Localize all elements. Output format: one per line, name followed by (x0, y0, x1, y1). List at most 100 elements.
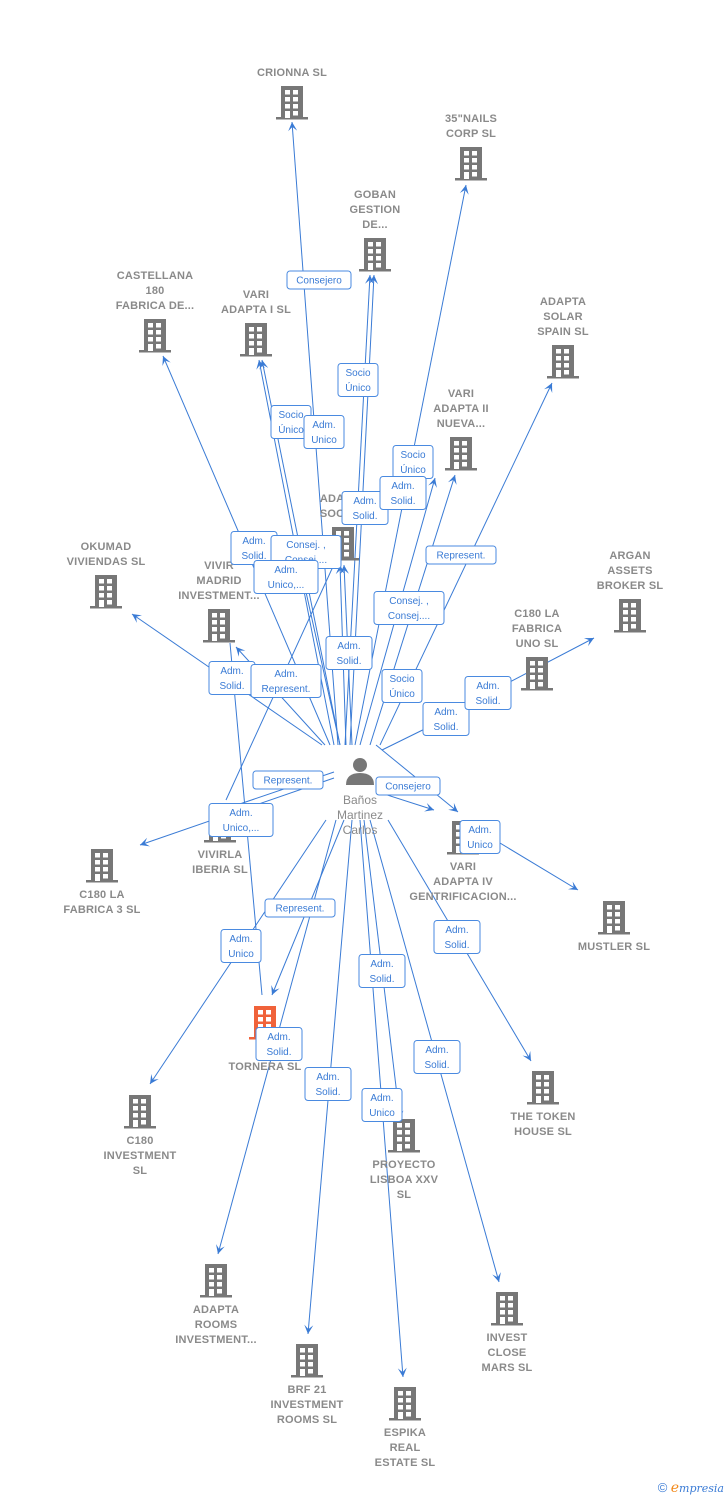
company-name-line: NUEVA... (437, 418, 485, 430)
company-name-line: INVEST (487, 1332, 528, 1344)
relation-label[interactable]: Adm. Solid. (413, 1040, 461, 1074)
company-node-argan[interactable]: ARGAN ASSETS BROKER SL (597, 550, 664, 633)
company-node-35nails[interactable]: 35"NAILS CORP SL (445, 113, 497, 181)
relation-label-text: Represent. (437, 551, 486, 562)
relation-label[interactable]: Adm. Unico,... (253, 560, 319, 594)
person-name-line: Martinez (337, 808, 383, 822)
relationship-graph: CRIONNA SL 35"NAILS CORP SL GOBAN GESTION DE.… (63, 67, 664, 1469)
company-node-adapta-solar[interactable]: ADAPTA SOLAR SPAIN SL (537, 296, 589, 379)
relation-label-text: Consej.... (388, 611, 430, 622)
company-node-vivir-madrid[interactable]: VIVIR MADRID INVESTMENT... (178, 560, 260, 643)
company-node-c180-investment[interactable]: C180 INVESTMENT SL (104, 1095, 177, 1177)
company-name-line: MARS SL (482, 1362, 533, 1374)
company-node-adapta-rooms[interactable]: ADAPTA ROOMS INVESTMENT... (175, 1264, 257, 1346)
company-name-line: C180 (126, 1135, 153, 1147)
company-name-line: VARI (243, 289, 269, 301)
copyright-icon: © (657, 1480, 668, 1495)
building-icon (359, 238, 391, 272)
company-node-proyecto-lisboa[interactable]: PROYECTO LISBOA XXV SL (370, 1119, 439, 1201)
company-node-okumad[interactable]: OKUMAD VIVIENDAS SL (67, 541, 146, 609)
company-name-line: GENTRIFICACION... (409, 891, 516, 903)
relation-label-text: Adm. (370, 1093, 393, 1104)
relation-label[interactable]: Represent. (264, 898, 336, 918)
relation-label[interactable]: Adm. Unico (361, 1088, 403, 1122)
person-name-line: Carlos (343, 823, 378, 837)
company-node-mustler[interactable]: MUSTLER SL (578, 901, 650, 953)
relation-label-text: Socio (345, 368, 370, 379)
company-name-line: LISBOA XXV (370, 1174, 439, 1186)
relation-label-text: Adm. (425, 1045, 448, 1056)
company-name-line: MADRID (196, 575, 241, 587)
relation-label[interactable]: Consejero (286, 270, 352, 290)
company-node-brf21[interactable]: BRF 21 INVESTMENT ROOMS SL (271, 1344, 344, 1426)
relation-label-text: Adm. (229, 808, 252, 819)
relation-label[interactable]: Represent. (425, 545, 497, 565)
company-name-line: VIVIENDAS SL (67, 556, 146, 568)
relation-label[interactable]: Consejero (375, 776, 441, 796)
relation-label-text: Socio (278, 410, 303, 421)
relation-label-text: Solid. (266, 1047, 291, 1058)
building-icon (445, 437, 477, 471)
relation-label[interactable]: Adm.Solid. (325, 636, 373, 670)
company-name-line: CORP SL (446, 128, 496, 140)
relation-label[interactable]: Adm. Unico (459, 820, 501, 854)
company-name-line: INVESTMENT (271, 1399, 344, 1411)
relation-label[interactable]: Adm.Solid. (379, 476, 427, 510)
company-node-vari-adapta-i[interactable]: VARI ADAPTA I SL (221, 289, 291, 357)
company-node-c180-3[interactable]: C180 LA FABRICA 3 SL (63, 849, 140, 916)
relation-label[interactable]: Adm.Solid. (230, 531, 278, 565)
relation-label-text: Solid. (369, 974, 394, 985)
relation-label-text: Adm. (468, 825, 491, 836)
relation-label[interactable]: Adm. Solid. (255, 1027, 303, 1061)
relation-label[interactable]: Adm.Solid. (433, 920, 481, 954)
relation-label-text: Solid. (444, 940, 469, 951)
center-person[interactable]: BañosMartinezCarlos (337, 758, 383, 837)
relation-label-text: Unico,... (268, 580, 305, 591)
relation-label-text: Adm. (267, 1032, 290, 1043)
company-node-c180-uno[interactable]: C180 LA FABRICA UNO SL (512, 608, 562, 691)
arrowhead-icon (567, 881, 578, 890)
company-name-line: ROOMS (195, 1319, 238, 1331)
company-node-crionna[interactable]: CRIONNA SL (257, 67, 327, 120)
relation-label[interactable]: Adm. Unico (303, 415, 345, 449)
company-name-line: HOUSE SL (514, 1126, 572, 1138)
relation-label-text: Socio (389, 674, 414, 685)
relation-label[interactable]: Socio Único (392, 445, 434, 479)
relation-label[interactable]: Adm.Solid. (358, 954, 406, 988)
relation-label[interactable]: Adm.Solid. (464, 676, 512, 710)
relation-label[interactable]: Adm.Solid. (304, 1067, 352, 1101)
relation-label-text: Solid. (424, 1060, 449, 1071)
company-name-line: SOLAR (543, 311, 583, 323)
company-node-vari-adapta-ii[interactable]: VARI ADAPTA II NUEVA... (433, 388, 489, 471)
building-icon (139, 319, 171, 353)
company-name-line: C180 LA (514, 608, 559, 620)
relation-label[interactable]: Socio Único (337, 363, 379, 397)
building-icon (547, 345, 579, 379)
company-name-line: IBERIA SL (192, 864, 248, 876)
company-name-line: INVESTMENT (104, 1150, 177, 1162)
relation-label[interactable]: Socio Único (381, 669, 423, 703)
company-node-goban[interactable]: GOBAN GESTION DE... (350, 189, 401, 272)
company-node-castellana[interactable]: CASTELLANA 180 FABRICA DE... (116, 270, 195, 353)
building-icon (455, 147, 487, 181)
relation-label-text: Solid. (219, 681, 244, 692)
relation-label[interactable]: Represent. (252, 770, 324, 790)
company-node-espika[interactable]: ESPIKA REAL ESTATE SL (375, 1387, 436, 1469)
relation-label[interactable]: Adm. Represent. (250, 664, 322, 698)
edges-layer (131, 121, 595, 1378)
relation-label[interactable]: Adm. Unico (220, 929, 262, 963)
relation-label-text: Adm. (476, 681, 499, 692)
company-name-line: SPAIN SL (537, 326, 589, 338)
building-icon (203, 609, 235, 643)
building-icon (200, 1264, 232, 1298)
empresia-logo[interactable]: © empresia (658, 1480, 724, 1496)
company-name-line: OKUMAD (81, 541, 132, 553)
relation-label[interactable]: Adm.Solid. (208, 661, 256, 695)
building-icon (598, 901, 630, 935)
relation-label[interactable]: Adm.Solid. (422, 702, 470, 736)
relation-label[interactable]: Consej. , Consej.... (373, 591, 445, 625)
company-name-line: ADAPTA (540, 296, 586, 308)
company-node-token-house[interactable]: THE TOKEN HOUSE SL (510, 1071, 575, 1138)
relation-label[interactable]: Adm. Unico,... (208, 803, 274, 837)
company-node-invest-close-mars[interactable]: INVEST CLOSE MARS SL (482, 1292, 533, 1374)
